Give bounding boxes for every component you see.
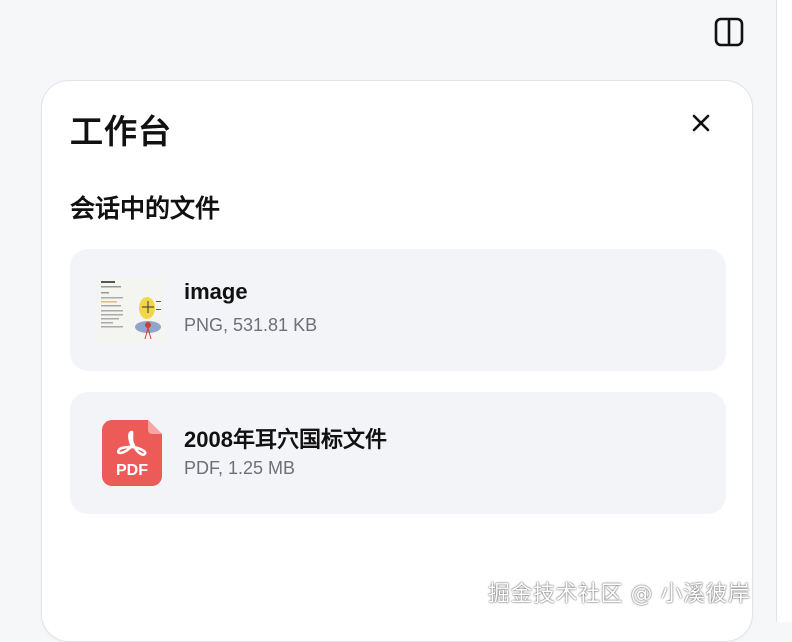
file-name: image [184, 279, 248, 304]
scrollbar-strip [776, 0, 792, 622]
file-name: 2008年耳穴国标文件 [184, 427, 387, 452]
file-meta: PNG, 531.81 KB [184, 315, 318, 335]
pdf-icon-label: PDF [116, 462, 148, 479]
pdf-file-icon: PDF [102, 420, 162, 486]
panel-title: 工作台 [70, 112, 172, 151]
close-button[interactable] [687, 109, 715, 137]
file-card[interactable]: PDF 2008年耳穴国标文件 PDF, 1.25 MB [70, 392, 726, 514]
sidebar-toggle-icon [714, 17, 744, 47]
workspace-panel: 工作台 会话中的文件 image PNG, 531.81 KB PDF 2008… [41, 80, 753, 642]
close-icon [692, 114, 710, 132]
watermark-text: 掘金技术社区 @ 小溪彼岸 [488, 582, 751, 607]
section-heading: 会话中的文件 [70, 194, 221, 223]
file-card[interactable]: image PNG, 531.81 KB [70, 249, 726, 371]
file-meta: PDF, 1.25 MB [184, 458, 296, 478]
image-thumbnail [98, 277, 164, 343]
sidebar-toggle-button[interactable] [713, 16, 745, 48]
